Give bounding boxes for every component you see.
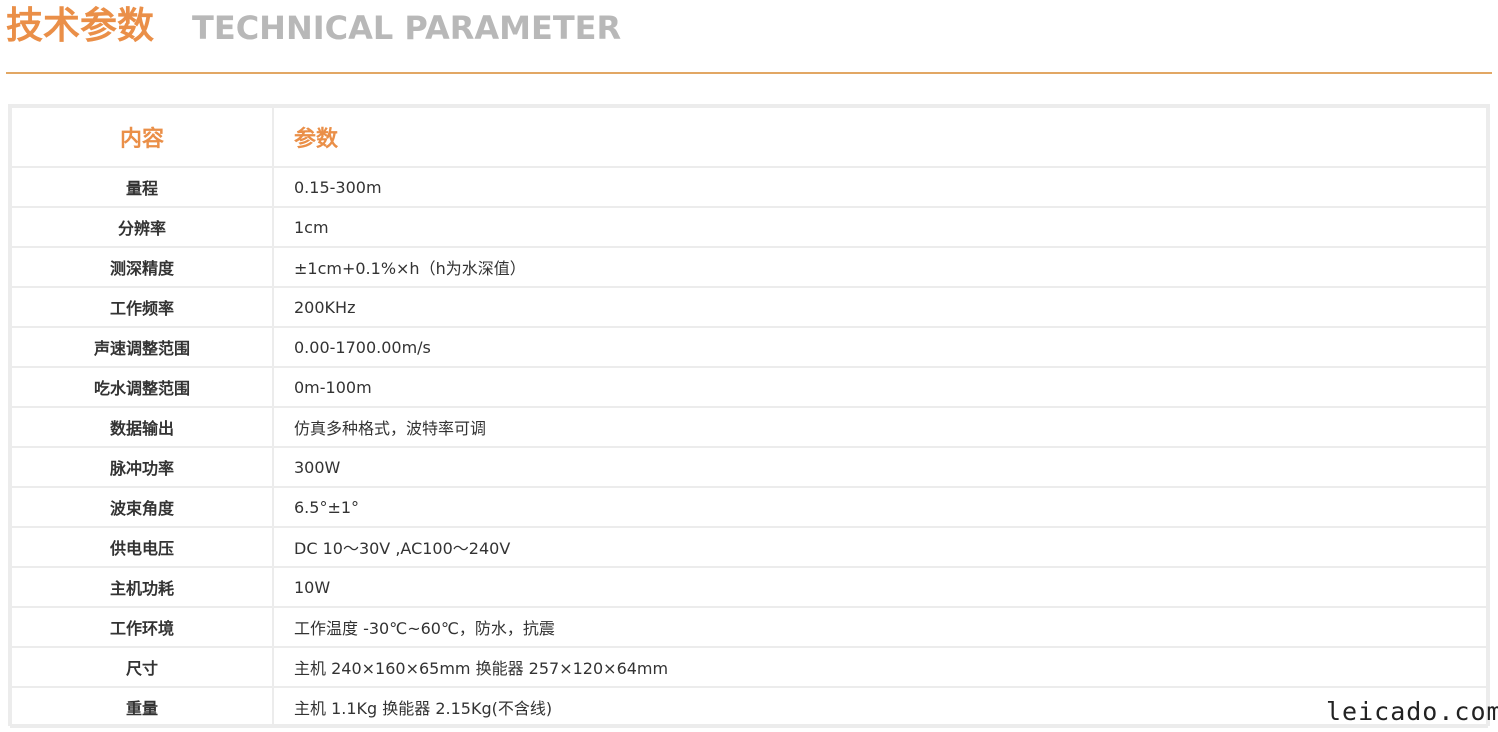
table-row: 分辨率 1cm bbox=[10, 206, 1488, 248]
table-row: 吃水调整范围 0m-100m bbox=[10, 366, 1488, 408]
table-row: 工作频率 200KHz bbox=[10, 286, 1488, 328]
row-name-cell: 尺寸 bbox=[10, 646, 274, 688]
section-title-chinese: 技术参数 bbox=[6, 4, 154, 47]
row-value-cell: 0.00-1700.00m/s bbox=[272, 326, 1488, 368]
row-name-cell: 主机功耗 bbox=[10, 566, 274, 608]
row-name-cell: 数据输出 bbox=[10, 406, 274, 448]
row-name-cell: 脉冲功率 bbox=[10, 446, 274, 488]
row-name-cell: 工作频率 bbox=[10, 286, 274, 328]
section-header: 技术参数 TECHNICAL PARAMETER bbox=[6, 0, 1492, 74]
header-value-cell: 参数 bbox=[272, 106, 1488, 168]
row-name-cell: 分辨率 bbox=[10, 206, 274, 248]
table-row: 量程 0.15-300m bbox=[10, 166, 1488, 208]
row-value-cell: 仿真多种格式，波特率可调 bbox=[272, 406, 1488, 448]
row-value-cell: 10W bbox=[272, 566, 1488, 608]
row-value-cell: 主机 240×160×65mm 换能器 257×120×64mm bbox=[272, 646, 1488, 688]
row-value-cell: ±1cm+0.1%×h（h为水深值） bbox=[272, 246, 1488, 288]
row-value-cell: 300W bbox=[272, 446, 1488, 488]
watermark-text: leicado.com bbox=[1326, 697, 1498, 726]
row-value-cell: 工作温度 -30℃~60℃，防水，抗震 bbox=[272, 606, 1488, 648]
row-value-cell: DC 10～30V ,AC100～240V bbox=[272, 526, 1488, 568]
row-name-cell: 工作环境 bbox=[10, 606, 274, 648]
section-title-english: TECHNICAL PARAMETER bbox=[192, 9, 622, 47]
table-row: 主机功耗 10W bbox=[10, 566, 1488, 608]
row-name-cell: 量程 bbox=[10, 166, 274, 208]
row-name-cell: 测深精度 bbox=[10, 246, 274, 288]
parameter-table: 内容 参数 量程 0.15-300m 分辨率 1cm 测深精度 ±1cm+0.1… bbox=[10, 106, 1488, 728]
parameter-table-container: 内容 参数 量程 0.15-300m 分辨率 1cm 测深精度 ±1cm+0.1… bbox=[8, 104, 1490, 728]
table-row: 测深精度 ±1cm+0.1%×h（h为水深值） bbox=[10, 246, 1488, 288]
table-row: 脉冲功率 300W bbox=[10, 446, 1488, 488]
row-value-cell: 主机 1.1Kg 换能器 2.15Kg(不含线) bbox=[272, 686, 1488, 728]
row-name-cell: 供电电压 bbox=[10, 526, 274, 568]
table-row: 重量 主机 1.1Kg 换能器 2.15Kg(不含线) bbox=[10, 686, 1488, 728]
row-name-cell: 波束角度 bbox=[10, 486, 274, 528]
row-name-cell: 声速调整范围 bbox=[10, 326, 274, 368]
table-row: 工作环境 工作温度 -30℃~60℃，防水，抗震 bbox=[10, 606, 1488, 648]
row-value-cell: 0.15-300m bbox=[272, 166, 1488, 208]
row-value-cell: 1cm bbox=[272, 206, 1488, 248]
row-name-cell: 吃水调整范围 bbox=[10, 366, 274, 408]
table-row: 波束角度 6.5°±1° bbox=[10, 486, 1488, 528]
row-value-cell: 6.5°±1° bbox=[272, 486, 1488, 528]
table-row: 数据输出 仿真多种格式，波特率可调 bbox=[10, 406, 1488, 448]
row-value-cell: 0m-100m bbox=[272, 366, 1488, 408]
header-name-cell: 内容 bbox=[10, 106, 274, 168]
row-name-cell: 重量 bbox=[10, 686, 274, 728]
table-header-row: 内容 参数 bbox=[10, 106, 1488, 168]
table-row: 尺寸 主机 240×160×65mm 换能器 257×120×64mm bbox=[10, 646, 1488, 688]
row-value-cell: 200KHz bbox=[272, 286, 1488, 328]
table-row: 声速调整范围 0.00-1700.00m/s bbox=[10, 326, 1488, 368]
table-row: 供电电压 DC 10～30V ,AC100～240V bbox=[10, 526, 1488, 568]
